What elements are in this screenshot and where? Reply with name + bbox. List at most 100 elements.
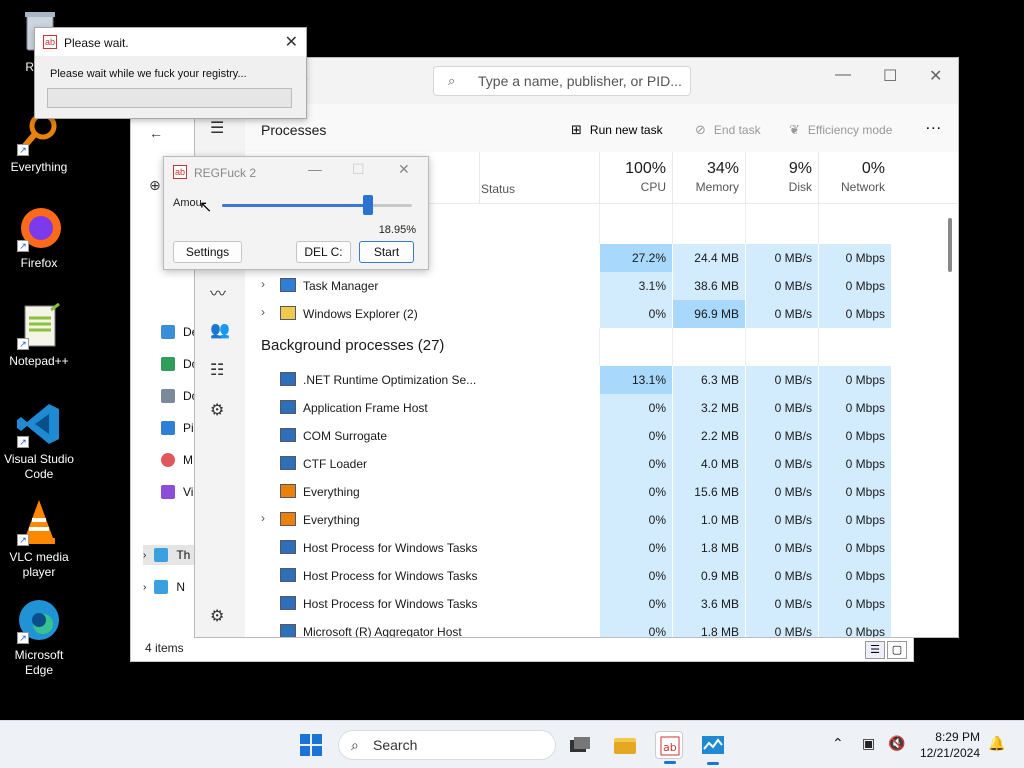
table-row[interactable]: CTF Loader 0% 4.0 MB 0 MB/s 0 Mbps bbox=[245, 450, 944, 478]
cell-disk: 0 MB/s bbox=[745, 244, 818, 272]
desktop-icon-vscode[interactable]: ↗ Visual Studio Code bbox=[2, 400, 76, 482]
sidebar-item-videos[interactable]: Vi bbox=[161, 482, 193, 502]
service-window-icon bbox=[280, 400, 296, 414]
chevron-right-icon[interactable]: › bbox=[143, 550, 146, 561]
hamburger-menu-icon[interactable]: ☰ bbox=[210, 118, 224, 138]
task-view-icon[interactable] bbox=[566, 731, 594, 759]
desktop-icon-label: Notepad++ bbox=[9, 354, 69, 368]
vlc-icon: ↗ bbox=[15, 498, 63, 546]
please-wait-dialog[interactable]: ab Please wait. ✕ Please wait while we f… bbox=[34, 27, 307, 119]
close-icon[interactable]: ✕ bbox=[398, 161, 410, 178]
network-icon[interactable]: ▣ bbox=[862, 735, 875, 752]
minimize-icon[interactable]: — bbox=[835, 66, 851, 84]
table-row[interactable]: › Task Manager 3.1% 38.6 MB 0 MB/s 0 Mbps bbox=[245, 272, 944, 300]
app-history-icon[interactable]: 〰 bbox=[210, 280, 226, 304]
maximize-icon[interactable]: ☐ bbox=[883, 66, 897, 86]
column-disk[interactable]: 9% Disk bbox=[745, 152, 818, 204]
sidebar-item-label: N bbox=[176, 580, 186, 594]
task-manager-taskbar-icon[interactable] bbox=[699, 731, 727, 765]
new-plus-icon[interactable]: ⊕ bbox=[149, 177, 161, 194]
sidebar-item-pictures[interactable]: Pi bbox=[161, 418, 194, 438]
regfuck-dialog[interactable]: ab REGFuck 2 — ☐ ✕ Amou ↖ 18.95% Setting… bbox=[163, 156, 429, 270]
tiles-view-icon[interactable]: ▢ bbox=[887, 641, 907, 659]
scrollbar-thumb[interactable] bbox=[948, 218, 952, 272]
cell-disk: 0 MB/s bbox=[745, 272, 818, 300]
file-explorer-taskbar-icon[interactable] bbox=[611, 731, 639, 759]
sidebar-item-desktop[interactable]: De bbox=[161, 322, 198, 342]
cpu-label: CPU bbox=[640, 180, 666, 194]
amount-slider-thumb[interactable] bbox=[363, 195, 374, 215]
task-manager-window[interactable]: ger ⌕ Type a name, publisher, or PID... … bbox=[194, 57, 959, 638]
notification-bell-icon[interactable]: 🔔 bbox=[988, 735, 1005, 752]
taskbar-search-box[interactable]: ⌕ Search bbox=[338, 730, 556, 760]
amount-slider-track[interactable] bbox=[222, 204, 412, 207]
table-row[interactable]: Application Frame Host 0% 3.2 MB 0 MB/s 0 Mb… bbox=[245, 394, 944, 422]
videos-icon bbox=[161, 485, 175, 499]
progress-bar bbox=[47, 88, 292, 108]
column-status-divider bbox=[479, 152, 480, 204]
start-button[interactable]: Start bbox=[359, 241, 414, 263]
chevron-right-icon[interactable]: › bbox=[143, 582, 146, 593]
cell-disk: 0 MB/s bbox=[745, 366, 818, 394]
table-row[interactable]: Everything 0% 15.6 MB 0 MB/s 0 Mbps bbox=[245, 478, 944, 506]
table-row[interactable]: COM Surrogate 0% 2.2 MB 0 MB/s 0 Mbps bbox=[245, 422, 944, 450]
end-task-button[interactable]: ⊘ End task bbox=[695, 122, 761, 138]
process-name: Host Process for Windows Tasks bbox=[303, 541, 478, 555]
settings-icon[interactable]: ⚙ bbox=[210, 606, 224, 626]
more-options-icon[interactable]: ... bbox=[926, 116, 942, 134]
process-search-input[interactable]: ⌕ Type a name, publisher, or PID... bbox=[433, 66, 691, 96]
cell-network: 0 Mbps bbox=[818, 534, 891, 562]
close-icon[interactable]: ✕ bbox=[929, 66, 942, 86]
column-memory[interactable]: 34% Memory bbox=[672, 152, 745, 204]
chevron-up-icon[interactable]: ⌃ bbox=[832, 735, 844, 752]
run-new-task-button[interactable]: ⊞ Run new task bbox=[571, 122, 663, 138]
back-arrow-icon[interactable]: ← bbox=[149, 125, 163, 141]
cell-memory: 24.4 MB bbox=[672, 244, 745, 272]
cell-memory: 1.8 MB bbox=[672, 618, 745, 637]
desktop-icon-edge[interactable]: ↗ Microsoft Edge bbox=[2, 596, 76, 678]
column-status[interactable]: Status bbox=[481, 182, 515, 196]
cell-cpu: 0% bbox=[599, 506, 672, 534]
minimize-icon[interactable]: — bbox=[308, 161, 322, 177]
desktop-icon-firefox[interactable]: ↗ Firefox bbox=[2, 204, 76, 271]
table-row[interactable]: .NET Runtime Optimization Se... 13.1% 6.3 … bbox=[245, 366, 944, 394]
users-icon[interactable]: 👥 bbox=[210, 320, 230, 340]
del-c-button[interactable]: DEL C: bbox=[296, 241, 351, 263]
desktop-icon-vlc[interactable]: ↗ VLC media player bbox=[2, 498, 76, 580]
group-spacer-cell bbox=[599, 204, 672, 244]
table-row[interactable]: Host Process for Windows Tasks 0% 0.9 MB 0 … bbox=[245, 562, 944, 590]
settings-button[interactable]: Settings bbox=[173, 241, 242, 263]
close-icon[interactable]: ✕ bbox=[285, 32, 298, 52]
sidebar-item-music[interactable]: M bbox=[161, 450, 193, 470]
windows-start-icon[interactable] bbox=[300, 734, 322, 756]
table-row[interactable]: › Windows Explorer (2) 0% 96.9 MB 0 MB/s 0 Mb… bbox=[245, 300, 944, 328]
table-row[interactable]: Microsoft (R) Aggregator Host 0% 1.8 MB 0 M… bbox=[245, 618, 944, 637]
chevron-right-icon[interactable]: › bbox=[261, 511, 265, 525]
regfuck-taskbar-icon[interactable]: ab bbox=[655, 731, 683, 764]
maximize-icon[interactable]: ☐ bbox=[352, 161, 365, 178]
table-row[interactable]: Host Process for Windows Tasks 0% 3.6 MB 0 … bbox=[245, 590, 944, 618]
sidebar-item-label: M bbox=[183, 453, 193, 467]
system-clock[interactable]: 8:29 PM 12/21/2024 bbox=[920, 729, 980, 761]
table-row[interactable]: › Everything 0% 1.0 MB 0 MB/s 0 Mbps bbox=[245, 506, 944, 534]
chevron-right-icon[interactable]: › bbox=[261, 277, 265, 291]
column-network[interactable]: 0% Network bbox=[818, 152, 891, 204]
details-view-icon[interactable]: ☰ bbox=[865, 641, 885, 659]
column-cpu[interactable]: 100% CPU bbox=[599, 152, 672, 204]
wait-dialog-titlebar[interactable]: ab Please wait. ✕ bbox=[35, 28, 306, 56]
chevron-right-icon[interactable]: › bbox=[261, 305, 265, 319]
amount-percent: 18.95% bbox=[378, 224, 416, 236]
efficiency-mode-button[interactable]: ❦ Efficiency mode bbox=[789, 122, 892, 138]
table-row[interactable]: Host Process for Windows Tasks 0% 1.8 MB 0 … bbox=[245, 534, 944, 562]
desktop-icon-notepadpp[interactable]: ↗ Notepad++ bbox=[2, 302, 76, 369]
details-icon[interactable]: ☷ bbox=[210, 360, 224, 380]
sidebar-item-downloads[interactable]: Do bbox=[161, 354, 198, 374]
cell-cpu: 0% bbox=[599, 450, 672, 478]
wait-message: Please wait while we fuck your registry.… bbox=[50, 68, 247, 80]
task-manager-titlebar[interactable]: ger ⌕ Type a name, publisher, or PID... … bbox=[195, 58, 958, 104]
volume-muted-icon[interactable]: 🔇 bbox=[888, 735, 905, 752]
sidebar-item-network[interactable]: › N bbox=[143, 577, 185, 597]
firefox-icon: ↗ bbox=[15, 204, 63, 252]
sidebar-item-documents[interactable]: Do bbox=[161, 386, 198, 406]
services-icon[interactable]: ⚙ bbox=[210, 400, 224, 420]
